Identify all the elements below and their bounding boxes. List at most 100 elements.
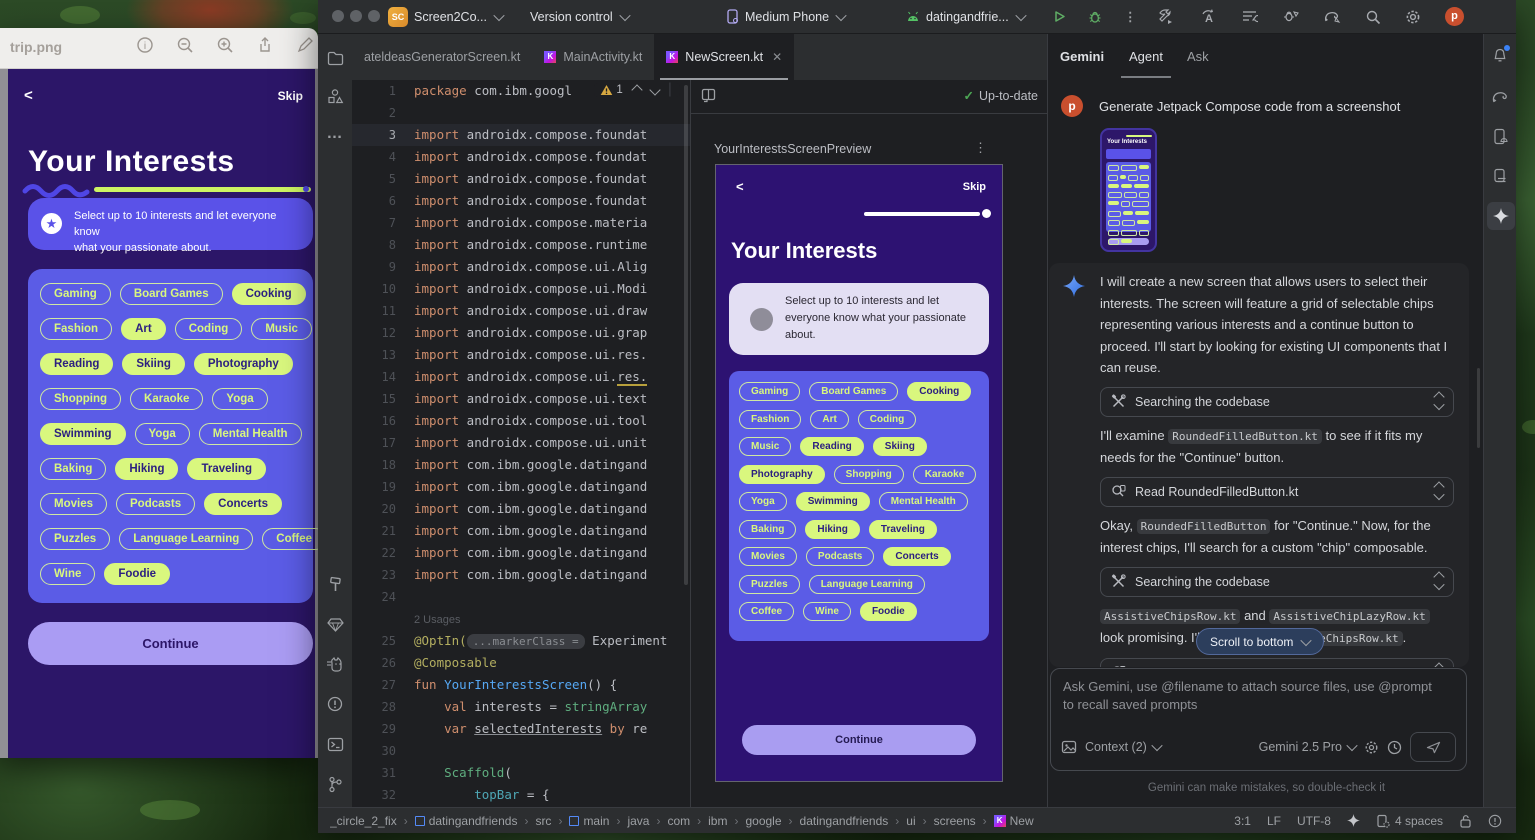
logcat-icon[interactable] <box>325 654 345 674</box>
tool-call-pill[interactable]: Read AssistiveChipsRow.kt <box>1100 658 1454 668</box>
history-clock-icon[interactable] <box>1387 740 1402 755</box>
code-line[interactable]: 2 <box>352 102 690 124</box>
breadcrumb-item[interactable]: datingandfriends <box>415 814 518 828</box>
context-dropdown[interactable]: Context (2) <box>1085 740 1161 754</box>
inspections-widget[interactable]: 1 │ <box>594 83 680 97</box>
resource-manager-icon[interactable] <box>325 86 345 106</box>
interest-chip[interactable]: Traveling <box>187 458 266 480</box>
ai-actions-icon[interactable]: A <box>1199 9 1217 25</box>
interest-chip[interactable]: Wine <box>803 602 851 621</box>
close-icon[interactable]: ✕ <box>772 50 782 64</box>
editor-tab[interactable]: KNewScreen.kt✕ <box>654 34 794 80</box>
interest-chip[interactable]: Coding <box>858 410 916 429</box>
tool-call-pill[interactable]: Searching the codebase <box>1100 387 1454 417</box>
build-variants-icon[interactable] <box>1241 9 1258 24</box>
more-tool-windows-icon[interactable]: … <box>325 124 345 144</box>
zoom-out-icon[interactable] <box>176 36 194 54</box>
code-line[interactable]: 5import androidx.compose.foundat <box>352 168 690 190</box>
interest-chip[interactable]: Puzzles <box>40 528 110 550</box>
running-devices-icon[interactable] <box>1490 126 1510 146</box>
interest-chip[interactable]: Puzzles <box>739 575 800 594</box>
code-line[interactable]: 18import com.ibm.google.datingand <box>352 454 690 476</box>
interest-chip[interactable]: Shopping <box>834 465 904 484</box>
interest-chip[interactable]: Yoga <box>739 492 787 511</box>
code-line[interactable]: 9import androidx.compose.ui.Alig <box>352 256 690 278</box>
gradle-tool-icon[interactable] <box>1490 86 1510 106</box>
compose-preview-render[interactable]: < Skip Your Interests Select up to 10 in… <box>715 164 1003 782</box>
interest-chip[interactable]: Concerts <box>204 493 282 515</box>
project-selector[interactable]: SC Screen2Co... <box>388 0 503 33</box>
code-inlay-hint[interactable]: 2 Usages <box>352 608 690 630</box>
expand-collapse-icon[interactable] <box>1435 393 1443 410</box>
zoom-in-icon[interactable] <box>216 36 234 54</box>
line-ending[interactable]: LF <box>1267 814 1281 828</box>
code-line[interactable]: 4import androidx.compose.foundat <box>352 146 690 168</box>
read-write-lock-icon[interactable] <box>1459 814 1472 828</box>
gemini-scrollbar[interactable] <box>1477 368 1480 448</box>
gemini-prompt-input[interactable]: Ask Gemini, use @filename to attach sour… <box>1050 668 1467 771</box>
code-line[interactable]: 16import androidx.compose.ui.tool <box>352 410 690 432</box>
interest-chip[interactable]: Cooking <box>232 283 306 305</box>
interest-chip[interactable]: Fashion <box>40 318 112 340</box>
terminal-icon[interactable] <box>325 734 345 754</box>
breadcrumb-item[interactable]: screens <box>934 814 976 828</box>
code-line[interactable]: 14import androidx.compose.ui.res. <box>352 366 690 388</box>
model-selector[interactable]: Gemini 2.5 Pro <box>1259 740 1356 754</box>
code-line[interactable]: 21import com.ibm.google.datingand <box>352 520 690 542</box>
prev-problem-chevron[interactable] <box>631 84 642 95</box>
interest-chip[interactable]: Hiking <box>805 520 860 539</box>
interest-chip[interactable]: Coffee <box>739 602 794 621</box>
interest-chip[interactable]: Mental Health <box>879 492 968 511</box>
code-line[interactable]: 31 Scaffold( <box>352 762 690 784</box>
attached-screenshot-thumbnail[interactable]: Your Interests <box>1100 128 1157 252</box>
interest-chip[interactable]: Cooking <box>907 382 971 401</box>
expand-collapse-icon[interactable] <box>1435 573 1443 590</box>
breadcrumb-item[interactable]: main <box>569 814 609 828</box>
send-button[interactable] <box>1410 732 1456 762</box>
settings-gear-icon[interactable] <box>1405 9 1421 25</box>
attach-image-icon[interactable] <box>1061 740 1077 754</box>
code-line[interactable]: 27fun YourInterestsScreen() { <box>352 674 690 696</box>
interest-chip[interactable]: Foodie <box>104 563 170 585</box>
interest-chip[interactable]: Gaming <box>40 283 111 305</box>
traffic-light-minimize[interactable] <box>350 10 362 22</box>
breadcrumb-item[interactable]: src <box>535 814 551 828</box>
interest-chip[interactable]: Skiing <box>873 437 927 456</box>
tab-agent[interactable]: Agent <box>1129 49 1163 64</box>
code-line[interactable]: 13import androidx.compose.ui.res. <box>352 344 690 366</box>
interest-chip[interactable]: Movies <box>40 493 107 515</box>
code-line[interactable]: 10import androidx.compose.ui.Modi <box>352 278 690 300</box>
gemini-settings-gear-icon[interactable] <box>1364 740 1379 755</box>
code-line[interactable]: 12import androidx.compose.ui.grap <box>352 322 690 344</box>
interest-chip[interactable]: Karaoke <box>913 465 976 484</box>
preview-composable-name[interactable]: YourInterestsScreenPreview <box>714 142 871 156</box>
interest-chip[interactable]: Reading <box>40 353 113 375</box>
code-line[interactable]: 8import androidx.compose.runtime <box>352 234 690 256</box>
editor-tab[interactable]: KMainActivity.kt <box>532 34 654 80</box>
next-problem-chevron[interactable] <box>649 84 660 95</box>
breadcrumb-item[interactable]: ui <box>906 814 915 828</box>
interest-chip[interactable]: Language Learning <box>119 528 253 550</box>
traffic-light-zoom[interactable] <box>368 10 380 22</box>
breadcrumb-item[interactable]: datingandfriends <box>800 814 889 828</box>
info-icon[interactable]: i <box>136 36 154 54</box>
attach-debugger-icon[interactable] <box>1282 9 1299 24</box>
interest-chip[interactable]: Music <box>739 437 791 456</box>
interest-chip[interactable]: Concerts <box>883 547 950 566</box>
code-line[interactable]: 3import androidx.compose.foundat <box>352 124 690 146</box>
version-control-icon[interactable] <box>325 774 345 794</box>
interest-chip[interactable]: Reading <box>800 437 863 456</box>
traffic-light-close[interactable] <box>332 10 344 22</box>
code-line[interactable]: 32 topBar = { <box>352 784 690 806</box>
expand-collapse-icon[interactable] <box>1435 664 1443 667</box>
interest-chip[interactable]: Wine <box>40 563 95 585</box>
interest-chip[interactable]: Podcasts <box>806 547 874 566</box>
problems-icon[interactable] <box>325 694 345 714</box>
run-button[interactable] <box>1053 0 1066 33</box>
notifications-bell-icon[interactable] <box>1490 46 1510 66</box>
interest-chip[interactable]: Photography <box>739 465 825 484</box>
gemini-tool-icon[interactable] <box>1487 202 1515 230</box>
search-everywhere-icon[interactable] <box>1365 9 1381 25</box>
breadcrumb-item[interactable]: ibm <box>708 814 727 828</box>
interest-chip[interactable]: Language Learning <box>809 575 925 594</box>
